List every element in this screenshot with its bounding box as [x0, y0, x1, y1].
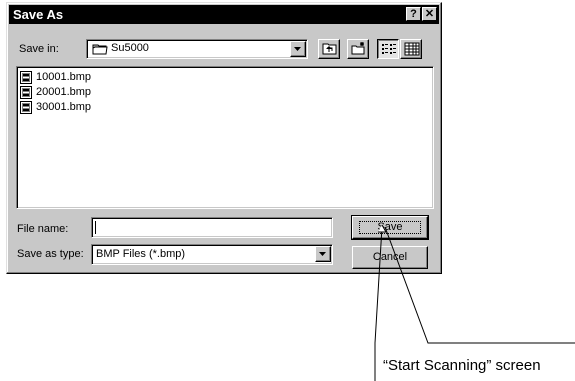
callout-leader — [374, 224, 575, 381]
callout-label: “Start Scanning” screen — [383, 357, 541, 374]
